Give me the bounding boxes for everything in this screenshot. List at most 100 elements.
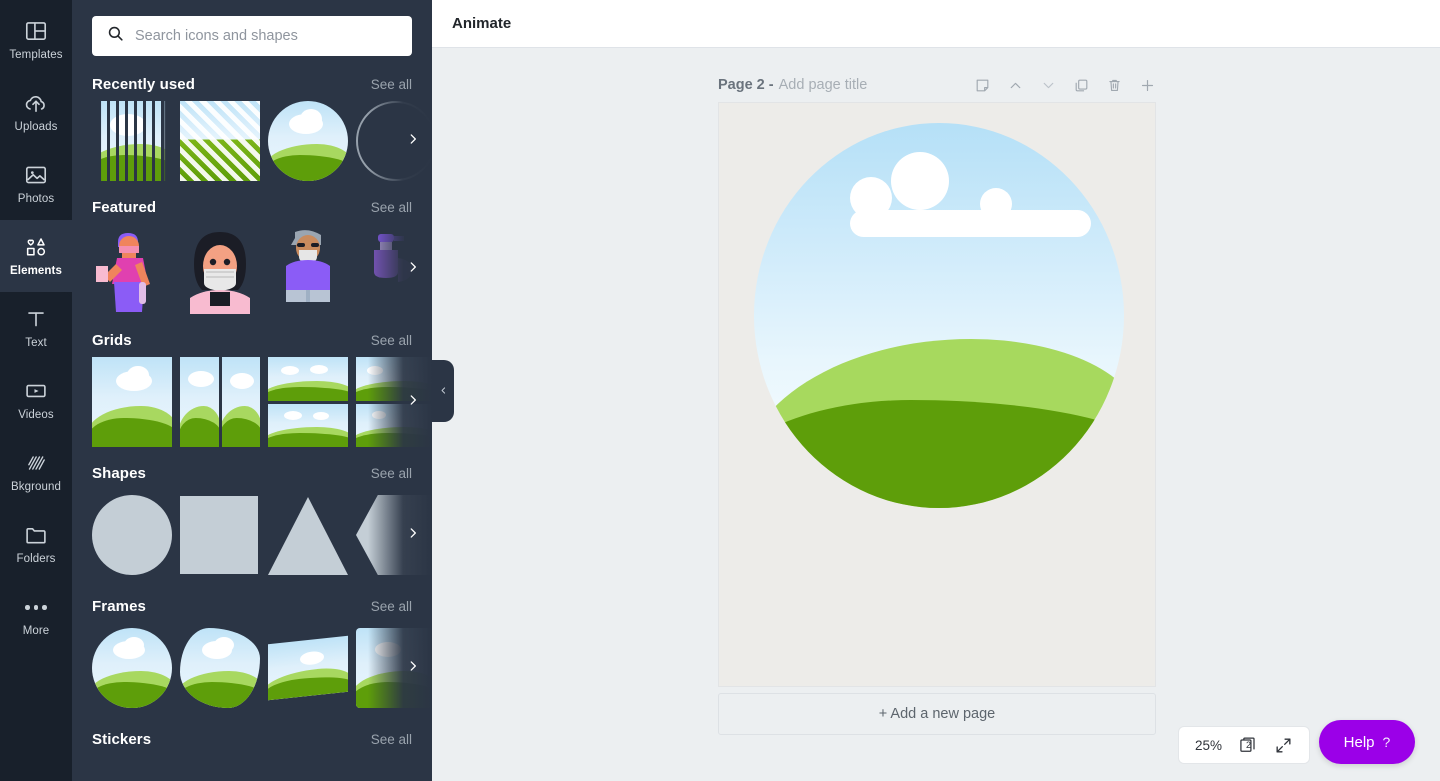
recently-used-strip	[72, 101, 432, 181]
page-container: Page 2 - Add page title	[718, 68, 1156, 687]
see-all-frames[interactable]: See all	[371, 599, 412, 614]
add-new-page-button[interactable]: + Add a new page	[718, 693, 1156, 735]
search-icon	[106, 24, 125, 48]
grid-thumb-two-columns[interactable]	[180, 357, 260, 447]
elements-panel-scroll[interactable]: Recently used See all	[72, 0, 432, 781]
expand-arrows-icon[interactable]	[1274, 736, 1293, 755]
section-header-stickers: Stickers See all	[72, 719, 432, 756]
featured-strip	[72, 224, 432, 314]
chevron-down-icon[interactable]	[1040, 77, 1057, 94]
element-thumb-circle-photo[interactable]	[268, 101, 348, 181]
notes-icon[interactable]	[974, 77, 991, 94]
frame-thumb-circle[interactable]	[92, 623, 172, 713]
text-t-icon	[23, 306, 49, 332]
animate-button[interactable]: Animate	[452, 15, 511, 32]
chevron-up-icon[interactable]	[1007, 77, 1024, 94]
frame-thumb-scalloped[interactable]	[180, 623, 260, 713]
grids-strip	[72, 357, 432, 447]
help-button[interactable]: Help ?	[1319, 720, 1415, 764]
templates-icon	[23, 18, 49, 44]
section-header-frames: Frames See all	[72, 586, 432, 623]
sidebar-item-elements[interactable]: Elements	[0, 210, 72, 302]
video-play-icon	[23, 378, 49, 404]
element-thumb-woman-mask[interactable]	[180, 224, 260, 314]
trash-icon[interactable]	[1106, 77, 1123, 94]
sidebar-item-templates[interactable]: Templates	[0, 4, 72, 76]
grid-thumb-two-rows[interactable]	[268, 357, 348, 447]
see-all-stickers[interactable]: See all	[371, 732, 412, 747]
zoom-toolbar: 25% 2	[1177, 726, 1310, 764]
chevron-right-icon	[406, 393, 420, 412]
scroll-next-frames[interactable]	[368, 623, 432, 713]
chevron-left-icon	[439, 382, 448, 400]
canvas-area[interactable]: Page 2 - Add page title + Add a new page…	[432, 48, 1440, 781]
see-all-recently-used[interactable]: See all	[371, 77, 412, 92]
section-title: Grids	[92, 332, 132, 349]
canvas-landscape-artwork[interactable]	[754, 123, 1124, 508]
question-mark-icon: ?	[1382, 734, 1391, 750]
page-number-label: Page 2 -	[718, 77, 774, 93]
see-all-shapes[interactable]: See all	[371, 466, 412, 481]
page-header: Page 2 - Add page title	[718, 68, 1156, 102]
see-all-featured[interactable]: See all	[371, 200, 412, 215]
section-header-shapes: Shapes See all	[72, 453, 432, 490]
sidebar-label-photos: Photos	[17, 193, 55, 206]
sidebar-label-videos: Videos	[18, 409, 54, 422]
search-box[interactable]	[92, 16, 412, 56]
pages-stack-icon[interactable]: 2	[1238, 735, 1258, 755]
sidebar-item-uploads[interactable]: Uploads	[0, 76, 72, 148]
plus-icon[interactable]	[1139, 77, 1156, 94]
sidebar-item-text[interactable]: Text	[0, 292, 72, 364]
folder-icon	[23, 522, 49, 548]
chevron-right-icon	[406, 260, 420, 279]
page-toolbar	[974, 77, 1156, 94]
sidebar-item-more[interactable]: More	[0, 580, 72, 652]
page-canvas[interactable]	[718, 102, 1156, 687]
shape-thumb-square[interactable]	[180, 490, 260, 580]
section-title: Frames	[92, 598, 146, 615]
elements-panel: Recently used See all	[72, 0, 432, 781]
duplicate-icon[interactable]	[1073, 77, 1090, 94]
scroll-next-featured[interactable]	[368, 224, 432, 314]
search-area	[72, 0, 432, 64]
sidebar-item-bkground[interactable]: Bkground	[0, 436, 72, 508]
section-header-featured: Featured See all	[72, 187, 432, 224]
element-thumb-person-cleaning[interactable]	[92, 224, 172, 314]
shapes-strip	[72, 490, 432, 580]
upload-cloud-icon	[23, 90, 49, 116]
element-thumb-slats[interactable]	[92, 101, 172, 181]
sidebar-label-more: More	[22, 625, 50, 638]
sidebar-item-videos[interactable]: Videos	[0, 364, 72, 436]
help-label: Help	[1343, 733, 1375, 751]
chevron-right-icon	[406, 659, 420, 678]
shape-thumb-triangle[interactable]	[268, 490, 348, 580]
sidebar-label-bkground: Bkground	[10, 481, 62, 494]
photo-icon	[23, 162, 49, 188]
page-count-label: 2	[1245, 739, 1251, 750]
scroll-next-shapes[interactable]	[368, 490, 432, 580]
scroll-next-recently-used[interactable]	[368, 101, 432, 181]
sidebar-label-text: Text	[25, 337, 47, 350]
more-dots-icon	[25, 594, 47, 620]
left-rail: Templates Uploads Photos Elements Text V…	[0, 0, 72, 781]
section-header-recently-used: Recently used See all	[72, 64, 432, 101]
sidebar-label-elements: Elements	[10, 265, 62, 278]
sidebar-label-uploads: Uploads	[14, 121, 58, 134]
frame-thumb-skewed-rect[interactable]	[268, 623, 348, 713]
page-title-input[interactable]: Add page title	[779, 77, 868, 93]
sidebar-item-folders[interactable]: Folders	[0, 508, 72, 580]
sidebar-label-folders: Folders	[16, 553, 56, 566]
frames-strip	[72, 623, 432, 713]
grid-thumb-single[interactable]	[92, 357, 172, 447]
shape-thumb-circle[interactable]	[92, 490, 172, 580]
search-input[interactable]	[135, 28, 398, 44]
collapse-panel-handle[interactable]	[432, 360, 454, 422]
zoom-level-label[interactable]: 25%	[1195, 738, 1222, 753]
element-thumb-man-mask[interactable]	[268, 224, 348, 314]
see-all-grids[interactable]: See all	[371, 333, 412, 348]
sidebar-label-templates: Templates	[9, 49, 63, 62]
scroll-next-grids[interactable]	[368, 357, 432, 447]
section-title: Shapes	[92, 465, 146, 482]
element-thumb-stripes[interactable]	[180, 101, 260, 181]
elements-shapes-icon	[23, 234, 49, 260]
